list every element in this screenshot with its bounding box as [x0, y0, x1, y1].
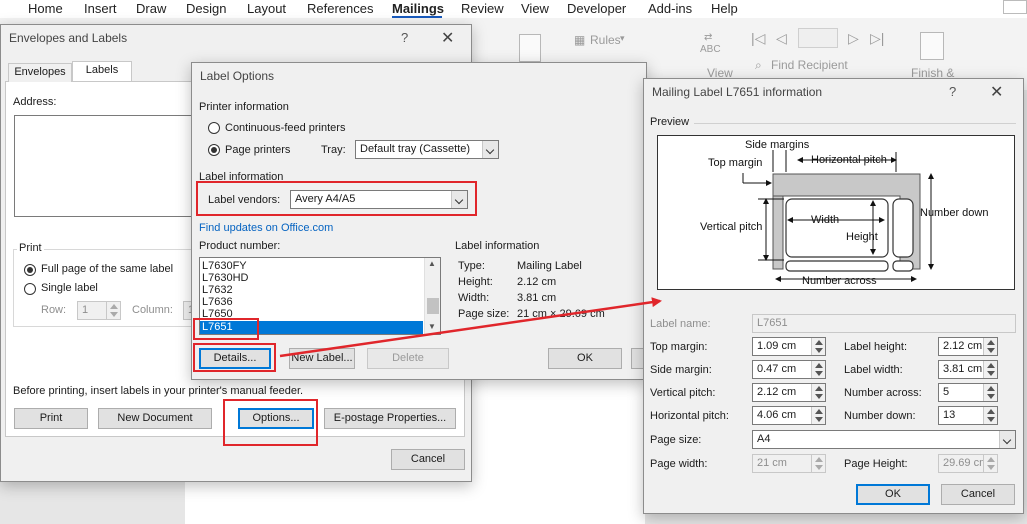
annotation-arrow	[279, 297, 662, 358]
